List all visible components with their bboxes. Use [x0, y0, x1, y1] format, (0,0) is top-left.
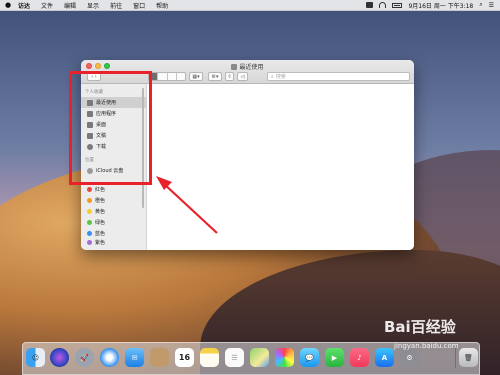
launchpad-icon[interactable]: 🚀 — [75, 348, 94, 367]
music-icon[interactable]: ♪ — [350, 348, 369, 367]
mail-icon[interactable]: ✉ — [125, 348, 144, 367]
contacts-icon[interactable] — [150, 348, 169, 367]
messages-icon[interactable]: 💬 — [300, 348, 319, 367]
reminders-icon[interactable]: ☰ — [225, 348, 244, 367]
siri-icon[interactable] — [50, 348, 69, 367]
facetime-icon[interactable]: ▶ — [325, 348, 344, 367]
watermark: Bai百经验 jingyan.baidu.com — [384, 316, 494, 361]
watermark-brand: Bai百经验 — [384, 318, 456, 336]
watermark-url: jingyan.baidu.com — [394, 342, 459, 350]
calendar-icon[interactable]: 16 — [175, 348, 194, 367]
finder-icon[interactable]: ☺ — [26, 348, 45, 367]
calendar-day: 16 — [178, 353, 191, 362]
maps-icon[interactable] — [250, 348, 269, 367]
photos-icon[interactable] — [275, 348, 294, 367]
safari-icon[interactable] — [100, 348, 119, 367]
notes-icon[interactable] — [200, 348, 219, 367]
